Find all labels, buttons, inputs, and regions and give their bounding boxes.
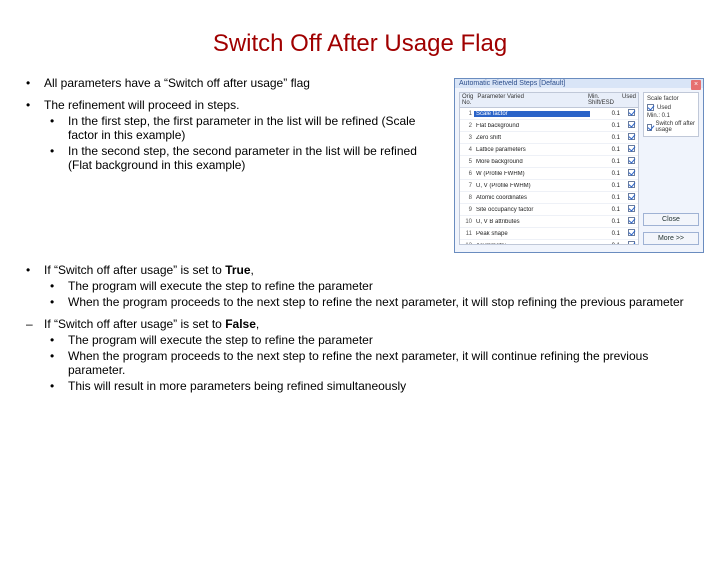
close-icon[interactable]: × xyxy=(691,80,701,90)
dialog-title: Automatic Rietveld Steps [Default] xyxy=(455,79,703,88)
table-row[interactable]: 11Peak shape0.1 xyxy=(460,228,638,240)
dialog-screenshot: Automatic Rietveld Steps [Default] × Ori… xyxy=(454,78,704,253)
table-row[interactable]: 4Lattice parameters0.1 xyxy=(460,144,638,156)
top-bullets: • All parameters have a “Switch off afte… xyxy=(24,76,446,180)
bullet-2a: • In the first step, the first parameter… xyxy=(44,112,438,142)
table-row[interactable]: 10U, V B attributes0.1 xyxy=(460,216,638,228)
more-button[interactable]: More >> xyxy=(643,232,699,245)
bullet-false: – If “Switch off after usage” is set to … xyxy=(24,317,704,401)
close-button[interactable]: Close xyxy=(643,213,699,226)
lower-bullets: • If “Switch off after usage” is set to … xyxy=(0,253,720,401)
table-header: Orig No. Parameter Varied Min. Shift/ESD… xyxy=(460,93,638,108)
table-row[interactable]: 7U, V (Profile FWHM)0.1 xyxy=(460,180,638,192)
bullet-2: • The refinement will proceed in steps. … xyxy=(24,98,438,180)
bullet-true: • If “Switch off after usage” is set to … xyxy=(24,263,704,317)
table-row[interactable]: 2Flat background0.1 xyxy=(460,120,638,132)
table-row[interactable]: 3Zero shift0.1 xyxy=(460,132,638,144)
slide-title: Switch Off After Usage Flag xyxy=(0,30,720,58)
table-row[interactable]: 12Asymmetry0.1 xyxy=(460,240,638,244)
bullet-2b: • In the second step, the second paramet… xyxy=(44,142,438,172)
switch-off-checkbox[interactable] xyxy=(647,124,652,131)
table-row[interactable]: 6W (Profile FWHM)0.1 xyxy=(460,168,638,180)
table-row[interactable]: 5More background0.1 xyxy=(460,156,638,168)
bullet-1: • All parameters have a “Switch off afte… xyxy=(24,76,438,98)
side-panel: Scale factor Used Min.: 0.1 Switch off a… xyxy=(643,92,699,137)
table-row[interactable]: 1Scale factor0.1 xyxy=(460,108,638,120)
used-checkbox[interactable] xyxy=(647,104,654,111)
table-row[interactable]: 9Site occupancy factor0.1 xyxy=(460,204,638,216)
table-row[interactable]: 8Atomic coordinates0.1 xyxy=(460,192,638,204)
